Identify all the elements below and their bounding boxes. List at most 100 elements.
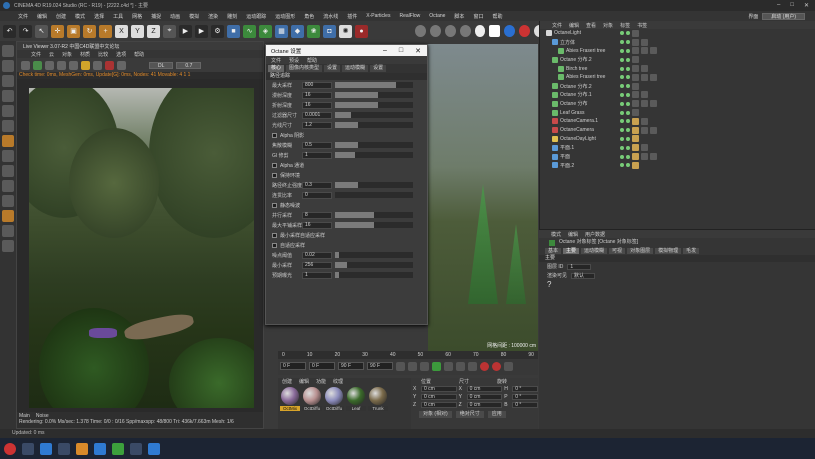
render-mode-select[interactable]: DL [149,61,174,69]
record-icon[interactable] [105,60,114,70]
key-position-icon[interactable] [504,361,513,371]
object-row[interactable]: OctaneCamera.1 [540,117,815,126]
setting-value-field[interactable]: 256 [302,261,332,269]
object-name[interactable]: OctaneDayLight [560,136,596,142]
object-name[interactable]: Octane 分布.2 [560,56,592,63]
tag-icon[interactable] [632,153,639,161]
setting-slider[interactable] [335,192,413,198]
play-icon[interactable] [432,361,441,371]
go-end-icon[interactable] [468,361,477,371]
menu-item[interactable]: 渲染 [208,13,218,20]
object-row[interactable]: OctaneLight [540,29,815,38]
file-explorer-icon[interactable] [76,442,88,455]
close-icon[interactable]: ✕ [415,47,421,55]
size-field[interactable]: 0 cm [466,394,503,400]
start-frame-field[interactable]: 0 F [309,362,335,370]
object-name[interactable]: OctaneCamera.1 [560,118,598,124]
setting-value-field[interactable]: 16 [302,221,332,229]
coord-system-icon[interactable]: ⌖ [163,24,176,38]
select-tool-icon[interactable]: ↖ [35,24,48,38]
setting-value-field[interactable]: 16 [302,101,332,109]
attribute-subtab[interactable]: 模拟物理 [655,248,682,254]
tag-icon[interactable] [641,153,648,161]
setting-slider[interactable] [335,182,413,188]
object-row[interactable]: 平面.1 [540,143,815,152]
material-item[interactable]: OctMix [280,387,300,415]
menu-item[interactable]: 网格 [132,13,142,20]
environment-icon[interactable]: ❀ [307,24,320,38]
points-mode-icon[interactable] [2,90,14,102]
setting-value-field[interactable]: 8 [302,211,332,219]
zoom-value[interactable]: 0.7 [176,61,202,69]
enable-axis-icon[interactable] [2,135,14,147]
rotate-tool-icon[interactable]: ↻ [83,24,96,38]
setting-slider[interactable] [335,252,413,258]
object-menu-item[interactable]: 编辑 [569,22,579,29]
size-field[interactable]: 0 cm [466,402,503,408]
object-menu-item[interactable]: 查看 [586,22,596,29]
menu-item[interactable]: 窗口 [473,13,483,20]
object-name[interactable]: 平面 [560,153,570,160]
dialog-tab[interactable]: 核心 [268,65,285,72]
object-row[interactable]: Octane 分布.2 [540,82,815,91]
material-menu-item[interactable]: 纹理 [333,378,343,385]
object-row[interactable]: Abies Fraseri tree [540,47,815,56]
axis-z-button[interactable]: Z [147,24,160,38]
visibility-dots[interactable] [620,40,630,45]
visibility-dots[interactable] [620,136,630,141]
viewer-menu-item[interactable]: 材质 [80,51,90,58]
axis-y-button[interactable]: Y [131,24,144,38]
layout-select[interactable]: 启动 (用户) [762,12,805,20]
pill-icon[interactable] [489,25,501,37]
region-icon[interactable] [93,60,102,70]
attribute-menu-item[interactable]: 模式 [551,231,561,238]
material-menu-item[interactable]: 创建 [282,378,292,385]
app-icon[interactable] [130,442,142,455]
visibility-dots[interactable] [620,48,630,53]
camera-icon[interactable]: ◘ [323,24,336,38]
texture-mode-icon[interactable] [2,75,14,87]
axis-x-button[interactable]: X [115,24,128,38]
mic-icon[interactable] [22,442,34,455]
edges-mode-icon[interactable] [2,105,14,117]
setting-value-field[interactable]: 0.02 [302,251,332,259]
setting-slider[interactable] [335,92,413,98]
alpha-shadows-checkbox[interactable]: Alpha 阴影 [266,130,427,140]
next-frame-icon[interactable] [444,361,453,371]
setting-value-field[interactable]: 0.0001 [302,111,332,119]
layer-icon[interactable] [2,225,14,237]
tag-icon[interactable] [641,126,648,134]
visibility-dots[interactable] [620,84,630,89]
setting-value-field[interactable]: 16 [302,91,332,99]
tag-icon[interactable] [641,100,648,108]
setting-value-field[interactable]: 1 [302,271,332,279]
tag-icon[interactable] [632,47,639,55]
octane-icon[interactable]: ● [355,24,368,38]
menu-item[interactable]: Octane [429,13,445,19]
setting-value-field[interactable]: 0.3 [302,181,332,189]
tag-icon[interactable] [632,117,639,125]
current-frame-field[interactable]: 0 F [280,362,306,370]
auto-key-icon[interactable] [492,361,501,371]
object-name[interactable]: OctaneCamera [560,127,594,133]
setting-slider[interactable] [335,112,413,118]
attribute-subtab[interactable]: 对象图层 [627,248,654,254]
gear-icon[interactable] [33,60,42,70]
setting-slider[interactable] [335,102,413,108]
object-row[interactable]: OctaneCamera [540,126,815,135]
stop-icon[interactable] [69,60,78,70]
white-sphere-icon[interactable] [474,25,486,37]
object-row[interactable]: Octane 分布 [540,99,815,108]
visibility-dots[interactable] [620,75,630,80]
chat-icon[interactable] [112,442,124,455]
tag-icon[interactable] [632,161,639,169]
setting-slider[interactable] [335,152,413,158]
attribute-subtab[interactable]: 主要 [563,248,580,254]
prev-frame-icon[interactable] [420,361,429,371]
menu-item[interactable]: 文件 [18,13,28,20]
visibility-dots[interactable] [620,66,630,71]
minimize-icon[interactable]: – [777,2,780,9]
apply-button[interactable]: 应用 [487,411,506,418]
object-row[interactable]: Octane 分布.1 [540,91,815,100]
attribute-subtab[interactable]: 可视 [609,248,626,254]
